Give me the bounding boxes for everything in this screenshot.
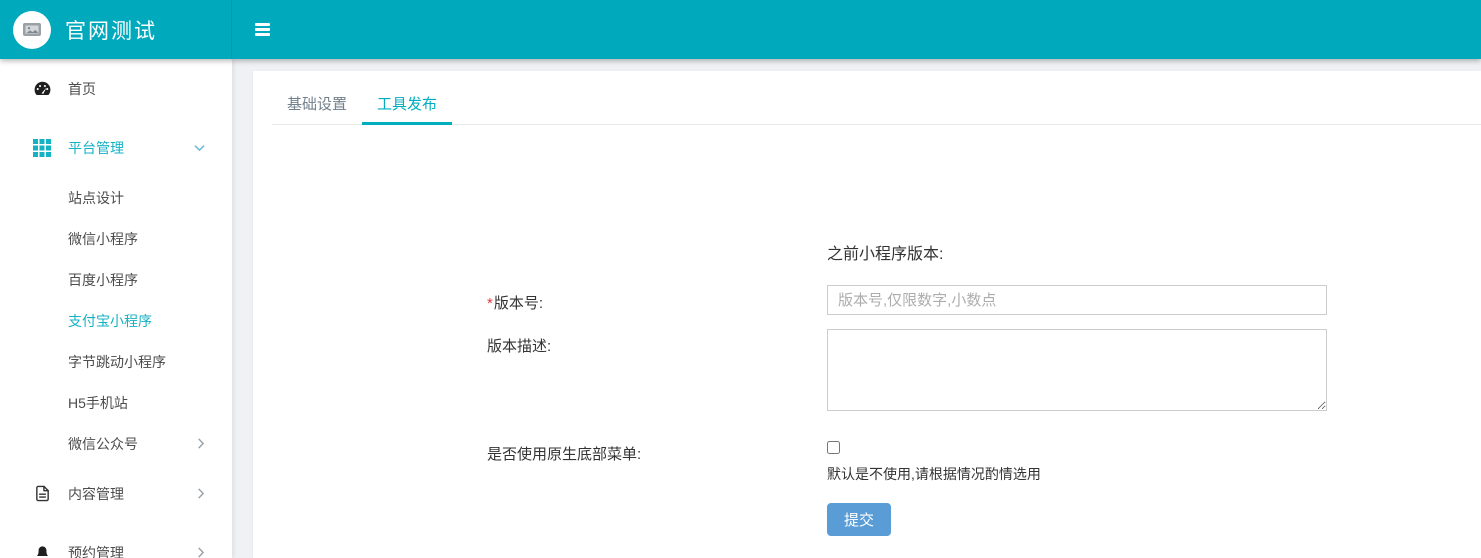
version-description-textarea[interactable] — [827, 329, 1327, 411]
sidebar-item-label: 平台管理 — [68, 138, 124, 158]
sidebar-item-label: 字节跳动小程序 — [68, 352, 166, 372]
spacer — [487, 240, 827, 264]
logo-image-icon — [22, 22, 42, 38]
chevron-right-icon — [197, 547, 205, 558]
platform-submenu: 站点设计 微信小程序 百度小程序 支付宝小程序 字节跳动小程序 H5手机站 微信… — [0, 177, 232, 464]
native-menu-checkbox[interactable] — [827, 441, 840, 454]
dashboard-icon — [32, 80, 52, 97]
app-logo — [13, 11, 51, 49]
native-menu-hint: 默认是不使用,请根据情况酌情选用 — [827, 464, 1327, 484]
version-description-label: 版本描述: — [487, 329, 827, 416]
tab-bar: 基础设置 工具发布 — [272, 85, 1481, 125]
previous-version-label: 之前小程序版本: — [827, 246, 943, 263]
top-header: 官网测试 — [0, 0, 1481, 59]
sidebar-item-bytedance-miniprogram[interactable]: 字节跳动小程序 — [0, 341, 232, 382]
previous-version-row: 之前小程序版本: — [487, 240, 1481, 264]
native-menu-row: 是否使用原生底部菜单: 默认是不使用,请根据情况酌情选用 — [487, 441, 1481, 484]
menu-toggle-button[interactable] — [251, 15, 274, 44]
sidebar-item-label: 首页 — [68, 79, 96, 99]
sidebar-item-platform[interactable]: 平台管理 — [0, 118, 232, 177]
sidebar-item-content-mgmt[interactable]: 内容管理 — [0, 464, 232, 523]
version-number-label: *版本号: — [487, 285, 827, 315]
sidebar-item-site-design[interactable]: 站点设计 — [0, 177, 232, 218]
brand: 官网测试 — [0, 0, 232, 59]
sidebar-item-label: 站点设计 — [68, 188, 124, 208]
version-number-row: *版本号: — [487, 285, 1481, 315]
sidebar-item-alipay-miniprogram[interactable]: 支付宝小程序 — [0, 300, 232, 341]
chevron-down-icon — [194, 144, 205, 152]
sidebar-item-label: 微信公众号 — [68, 434, 138, 454]
required-asterisk: * — [487, 295, 493, 312]
submit-button[interactable]: 提交 — [827, 503, 891, 536]
sidebar-item-booking-mgmt[interactable]: 预约管理 — [0, 523, 232, 558]
sidebar-item-wechat-miniprogram[interactable]: 微信小程序 — [0, 218, 232, 259]
tab-basic-settings[interactable]: 基础设置 — [272, 85, 362, 124]
chevron-right-icon — [197, 438, 205, 449]
document-icon — [32, 484, 52, 503]
sidebar-item-baidu-miniprogram[interactable]: 百度小程序 — [0, 259, 232, 300]
tab-tool-publish[interactable]: 工具发布 — [362, 85, 452, 124]
content-card: 基础设置 工具发布 之前小程序版本: *版本号: 版本描述: 是否使用原生底部菜… — [253, 71, 1481, 558]
version-description-row: 版本描述: — [487, 329, 1481, 416]
bell-icon — [32, 543, 52, 558]
sidebar-item-h5-mobile[interactable]: H5手机站 — [0, 382, 232, 423]
submit-row: 提交 — [487, 503, 1481, 536]
grid-icon — [32, 139, 52, 157]
hamburger-icon — [255, 21, 270, 38]
chevron-right-icon — [197, 488, 205, 499]
app-title: 官网测试 — [65, 15, 157, 45]
sidebar-item-label: H5手机站 — [68, 393, 128, 413]
native-menu-label: 是否使用原生底部菜单: — [487, 441, 827, 484]
sidebar-item-label: 支付宝小程序 — [68, 311, 152, 331]
publish-form: 之前小程序版本: *版本号: 版本描述: 是否使用原生底部菜单: 默认是不使用,… — [253, 125, 1481, 536]
sidebar-item-home[interactable]: 首页 — [0, 59, 232, 118]
sidebar-item-label: 预约管理 — [68, 543, 124, 558]
version-number-input[interactable] — [827, 285, 1327, 315]
sidebar-item-wechat-official[interactable]: 微信公众号 — [0, 423, 232, 464]
spacer — [487, 503, 827, 536]
sidebar-item-label: 内容管理 — [68, 484, 124, 504]
sidebar: 首页 平台管理 站点设计 微信小程序 百度小程序 支付宝小程序 — [0, 59, 232, 558]
sidebar-item-label: 百度小程序 — [68, 270, 138, 290]
sidebar-item-label: 微信小程序 — [68, 229, 138, 249]
